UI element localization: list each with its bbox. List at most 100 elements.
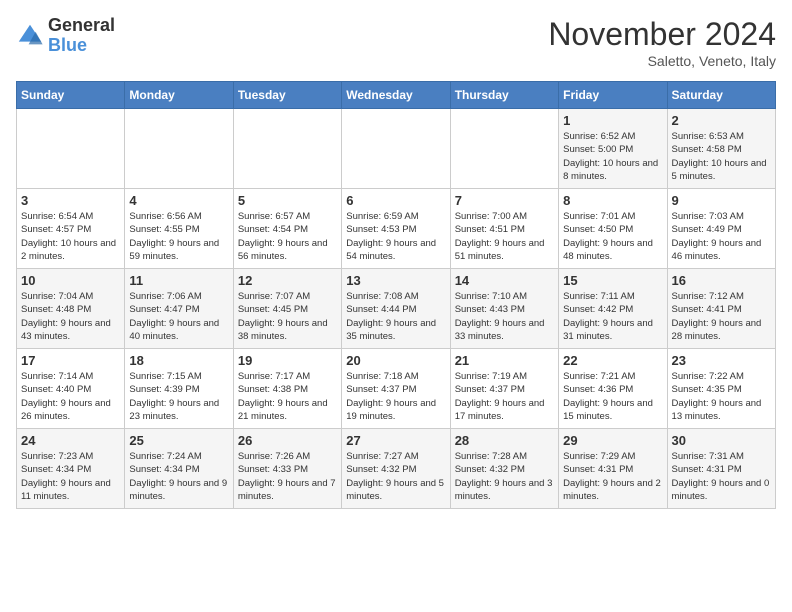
- day-info: Sunrise: 6:57 AM Sunset: 4:54 PM Dayligh…: [238, 210, 337, 263]
- day-info: Sunrise: 7:01 AM Sunset: 4:50 PM Dayligh…: [563, 210, 662, 263]
- day-info: Sunrise: 7:22 AM Sunset: 4:35 PM Dayligh…: [672, 370, 771, 423]
- day-number: 14: [455, 273, 554, 288]
- day-number: 18: [129, 353, 228, 368]
- logo-icon: [16, 22, 44, 50]
- day-number: 28: [455, 433, 554, 448]
- day-info: Sunrise: 7:04 AM Sunset: 4:48 PM Dayligh…: [21, 290, 120, 343]
- day-cell: [17, 109, 125, 189]
- day-cell: 9 Sunrise: 7:03 AM Sunset: 4:49 PM Daylig…: [667, 189, 775, 269]
- day-cell: 16 Sunrise: 7:12 AM Sunset: 4:41 PM Dayli…: [667, 269, 775, 349]
- logo-general: General: [48, 16, 115, 36]
- day-cell: 22Sunrise: 7:21 AM Sunset: 4:36 PM Dayli…: [559, 349, 667, 429]
- day-number: 26: [238, 433, 337, 448]
- day-number: 29: [563, 433, 662, 448]
- day-header-thursday: Thursday: [450, 82, 558, 109]
- day-info: Sunrise: 7:11 AM Sunset: 4:42 PM Dayligh…: [563, 290, 662, 343]
- day-cell: 11Sunrise: 7:06 AM Sunset: 4:47 PM Dayli…: [125, 269, 233, 349]
- day-cell: 21Sunrise: 7:19 AM Sunset: 4:37 PM Dayli…: [450, 349, 558, 429]
- day-cell: 15 Sunrise: 7:11 AM Sunset: 4:42 PM Dayli…: [559, 269, 667, 349]
- day-info: Sunrise: 7:15 AM Sunset: 4:39 PM Dayligh…: [129, 370, 228, 423]
- day-number: 5: [238, 193, 337, 208]
- week-row-3: 10Sunrise: 7:04 AM Sunset: 4:48 PM Dayli…: [17, 269, 776, 349]
- day-number: 6: [346, 193, 445, 208]
- day-info: Sunrise: 6:59 AM Sunset: 4:53 PM Dayligh…: [346, 210, 445, 263]
- day-cell: 18 Sunrise: 7:15 AM Sunset: 4:39 PM Dayli…: [125, 349, 233, 429]
- day-header-tuesday: Tuesday: [233, 82, 341, 109]
- day-header-sunday: Sunday: [17, 82, 125, 109]
- day-info: Sunrise: 7:08 AM Sunset: 4:44 PM Dayligh…: [346, 290, 445, 343]
- day-number: 8: [563, 193, 662, 208]
- logo: General Blue: [16, 16, 115, 56]
- day-number: 27: [346, 433, 445, 448]
- day-number: 4: [129, 193, 228, 208]
- day-cell: 8 Sunrise: 7:01 AM Sunset: 4:50 PM Daylig…: [559, 189, 667, 269]
- day-info: Sunrise: 7:23 AM Sunset: 4:34 PM Dayligh…: [21, 450, 120, 503]
- day-info: Sunrise: 7:29 AM Sunset: 4:31 PM Dayligh…: [563, 450, 662, 503]
- day-info: Sunrise: 7:28 AM Sunset: 4:32 PM Dayligh…: [455, 450, 554, 503]
- week-row-2: 3 Sunrise: 6:54 AM Sunset: 4:57 PM Daylig…: [17, 189, 776, 269]
- day-info: Sunrise: 7:31 AM Sunset: 4:31 PM Dayligh…: [672, 450, 771, 503]
- location-subtitle: Saletto, Veneto, Italy: [548, 53, 776, 69]
- day-cell: 6 Sunrise: 6:59 AM Sunset: 4:53 PM Daylig…: [342, 189, 450, 269]
- day-cell: [233, 109, 341, 189]
- day-number: 9: [672, 193, 771, 208]
- day-info: Sunrise: 6:52 AM Sunset: 5:00 PM Dayligh…: [563, 130, 662, 183]
- day-number: 16: [672, 273, 771, 288]
- day-info: Sunrise: 7:10 AM Sunset: 4:43 PM Dayligh…: [455, 290, 554, 343]
- day-cell: 14 Sunrise: 7:10 AM Sunset: 4:43 PM Dayli…: [450, 269, 558, 349]
- day-info: Sunrise: 7:00 AM Sunset: 4:51 PM Dayligh…: [455, 210, 554, 263]
- header-row: SundayMondayTuesdayWednesdayThursdayFrid…: [17, 82, 776, 109]
- calendar-table: SundayMondayTuesdayWednesdayThursdayFrid…: [16, 81, 776, 509]
- day-cell: [125, 109, 233, 189]
- day-cell: 20 Sunrise: 7:18 AM Sunset: 4:37 PM Dayli…: [342, 349, 450, 429]
- title-block: November 2024 Saletto, Veneto, Italy: [548, 16, 776, 69]
- day-number: 15: [563, 273, 662, 288]
- day-cell: 10Sunrise: 7:04 AM Sunset: 4:48 PM Dayli…: [17, 269, 125, 349]
- day-cell: 2 Sunrise: 6:53 AM Sunset: 4:58 PM Daylig…: [667, 109, 775, 189]
- day-cell: 7 Sunrise: 7:00 AM Sunset: 4:51 PM Daylig…: [450, 189, 558, 269]
- day-cell: 25Sunrise: 7:24 AM Sunset: 4:34 PM Dayli…: [125, 429, 233, 509]
- day-cell: 13Sunrise: 7:08 AM Sunset: 4:44 PM Dayli…: [342, 269, 450, 349]
- day-info: Sunrise: 7:12 AM Sunset: 4:41 PM Dayligh…: [672, 290, 771, 343]
- day-cell: [342, 109, 450, 189]
- day-number: 3: [21, 193, 120, 208]
- day-number: 20: [346, 353, 445, 368]
- day-header-saturday: Saturday: [667, 82, 775, 109]
- day-info: Sunrise: 7:17 AM Sunset: 4:38 PM Dayligh…: [238, 370, 337, 423]
- day-cell: 4 Sunrise: 6:56 AM Sunset: 4:55 PM Daylig…: [125, 189, 233, 269]
- week-row-4: 17 Sunrise: 7:14 AM Sunset: 4:40 PM Dayli…: [17, 349, 776, 429]
- day-number: 30: [672, 433, 771, 448]
- day-cell: 19Sunrise: 7:17 AM Sunset: 4:38 PM Dayli…: [233, 349, 341, 429]
- day-info: Sunrise: 7:14 AM Sunset: 4:40 PM Dayligh…: [21, 370, 120, 423]
- day-number: 12: [238, 273, 337, 288]
- day-header-wednesday: Wednesday: [342, 82, 450, 109]
- day-cell: 12 Sunrise: 7:07 AM Sunset: 4:45 PM Dayli…: [233, 269, 341, 349]
- month-title: November 2024: [548, 16, 776, 53]
- day-info: Sunrise: 7:06 AM Sunset: 4:47 PM Dayligh…: [129, 290, 228, 343]
- day-cell: 27 Sunrise: 7:27 AM Sunset: 4:32 PM Dayli…: [342, 429, 450, 509]
- week-row-5: 24Sunrise: 7:23 AM Sunset: 4:34 PM Dayli…: [17, 429, 776, 509]
- day-cell: 1 Sunrise: 6:52 AM Sunset: 5:00 PM Daylig…: [559, 109, 667, 189]
- day-info: Sunrise: 7:24 AM Sunset: 4:34 PM Dayligh…: [129, 450, 228, 503]
- day-number: 1: [563, 113, 662, 128]
- day-info: Sunrise: 7:07 AM Sunset: 4:45 PM Dayligh…: [238, 290, 337, 343]
- day-info: Sunrise: 7:18 AM Sunset: 4:37 PM Dayligh…: [346, 370, 445, 423]
- day-cell: [450, 109, 558, 189]
- day-info: Sunrise: 6:54 AM Sunset: 4:57 PM Dayligh…: [21, 210, 120, 263]
- day-number: 22: [563, 353, 662, 368]
- day-info: Sunrise: 7:27 AM Sunset: 4:32 PM Dayligh…: [346, 450, 445, 503]
- day-info: Sunrise: 6:53 AM Sunset: 4:58 PM Dayligh…: [672, 130, 771, 183]
- day-cell: 17 Sunrise: 7:14 AM Sunset: 4:40 PM Dayli…: [17, 349, 125, 429]
- day-number: 21: [455, 353, 554, 368]
- day-number: 17: [21, 353, 120, 368]
- day-info: Sunrise: 6:56 AM Sunset: 4:55 PM Dayligh…: [129, 210, 228, 263]
- day-cell: 29 Sunrise: 7:29 AM Sunset: 4:31 PM Dayli…: [559, 429, 667, 509]
- day-number: 2: [672, 113, 771, 128]
- page-header: General Blue November 2024 Saletto, Vene…: [16, 16, 776, 69]
- day-header-monday: Monday: [125, 82, 233, 109]
- day-number: 7: [455, 193, 554, 208]
- day-cell: 24Sunrise: 7:23 AM Sunset: 4:34 PM Dayli…: [17, 429, 125, 509]
- day-number: 23: [672, 353, 771, 368]
- day-header-friday: Friday: [559, 82, 667, 109]
- day-info: Sunrise: 7:03 AM Sunset: 4:49 PM Dayligh…: [672, 210, 771, 263]
